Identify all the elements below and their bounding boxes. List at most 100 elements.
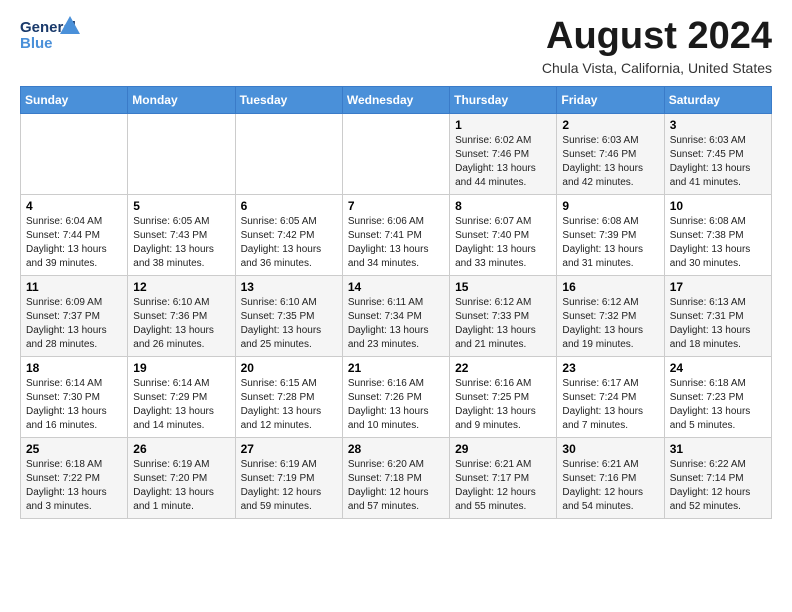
calendar-cell: 23 Sunrise: 6:17 AM Sunset: 7:24 PM Dayli… bbox=[557, 356, 664, 437]
title-block: August 2024 Chula Vista, California, Uni… bbox=[542, 16, 772, 76]
logo: GeneralBlue bbox=[20, 16, 90, 54]
calendar-cell bbox=[21, 113, 128, 194]
day-number: 20 bbox=[241, 361, 337, 375]
day-number: 28 bbox=[348, 442, 444, 456]
day-detail: Sunrise: 6:04 AM Sunset: 7:44 PM Dayligh… bbox=[26, 215, 122, 271]
day-detail: Sunrise: 6:21 AM Sunset: 7:17 PM Dayligh… bbox=[455, 458, 551, 514]
day-number: 26 bbox=[133, 442, 229, 456]
day-number: 17 bbox=[670, 280, 766, 294]
day-number: 13 bbox=[241, 280, 337, 294]
calendar-cell: 8 Sunrise: 6:07 AM Sunset: 7:40 PM Daylig… bbox=[450, 194, 557, 275]
calendar-cell: 10 Sunrise: 6:08 AM Sunset: 7:38 PM Dayli… bbox=[664, 194, 771, 275]
weekday-header-wednesday: Wednesday bbox=[342, 86, 449, 113]
day-detail: Sunrise: 6:08 AM Sunset: 7:38 PM Dayligh… bbox=[670, 215, 766, 271]
day-number: 11 bbox=[26, 280, 122, 294]
calendar-cell: 4 Sunrise: 6:04 AM Sunset: 7:44 PM Daylig… bbox=[21, 194, 128, 275]
day-detail: Sunrise: 6:15 AM Sunset: 7:28 PM Dayligh… bbox=[241, 377, 337, 433]
location: Chula Vista, California, United States bbox=[542, 60, 772, 76]
day-number: 22 bbox=[455, 361, 551, 375]
calendar-cell: 9 Sunrise: 6:08 AM Sunset: 7:39 PM Daylig… bbox=[557, 194, 664, 275]
calendar-cell bbox=[235, 113, 342, 194]
month-title: August 2024 bbox=[542, 16, 772, 58]
calendar-table: SundayMondayTuesdayWednesdayThursdayFrid… bbox=[20, 86, 772, 519]
day-detail: Sunrise: 6:08 AM Sunset: 7:39 PM Dayligh… bbox=[562, 215, 658, 271]
day-number: 2 bbox=[562, 118, 658, 132]
page-header: GeneralBlue August 2024 Chula Vista, Cal… bbox=[20, 16, 772, 76]
calendar-cell: 20 Sunrise: 6:15 AM Sunset: 7:28 PM Dayli… bbox=[235, 356, 342, 437]
calendar-cell: 17 Sunrise: 6:13 AM Sunset: 7:31 PM Dayli… bbox=[664, 275, 771, 356]
calendar-cell: 14Sunrise: 6:11 AM Sunset: 7:34 PM Dayli… bbox=[342, 275, 449, 356]
day-detail: Sunrise: 6:18 AM Sunset: 7:22 PM Dayligh… bbox=[26, 458, 122, 514]
calendar-cell: 2 Sunrise: 6:03 AM Sunset: 7:46 PM Daylig… bbox=[557, 113, 664, 194]
day-number: 31 bbox=[670, 442, 766, 456]
day-number: 1 bbox=[455, 118, 551, 132]
day-number: 12 bbox=[133, 280, 229, 294]
calendar-cell: 5 Sunrise: 6:05 AM Sunset: 7:43 PM Daylig… bbox=[128, 194, 235, 275]
day-number: 29 bbox=[455, 442, 551, 456]
day-detail: Sunrise: 6:19 AM Sunset: 7:19 PM Dayligh… bbox=[241, 458, 337, 514]
day-detail: Sunrise: 6:13 AM Sunset: 7:31 PM Dayligh… bbox=[670, 296, 766, 352]
weekday-header-thursday: Thursday bbox=[450, 86, 557, 113]
day-detail: Sunrise: 6:07 AM Sunset: 7:40 PM Dayligh… bbox=[455, 215, 551, 271]
calendar-cell: 3Sunrise: 6:03 AM Sunset: 7:45 PM Daylig… bbox=[664, 113, 771, 194]
day-number: 18 bbox=[26, 361, 122, 375]
day-detail: Sunrise: 6:19 AM Sunset: 7:20 PM Dayligh… bbox=[133, 458, 229, 514]
day-detail: Sunrise: 6:03 AM Sunset: 7:45 PM Dayligh… bbox=[670, 134, 766, 190]
day-number: 23 bbox=[562, 361, 658, 375]
calendar-cell: 6 Sunrise: 6:05 AM Sunset: 7:42 PM Daylig… bbox=[235, 194, 342, 275]
weekday-header-saturday: Saturday bbox=[664, 86, 771, 113]
weekday-header-sunday: Sunday bbox=[21, 86, 128, 113]
calendar-cell: 1Sunrise: 6:02 AM Sunset: 7:46 PM Daylig… bbox=[450, 113, 557, 194]
calendar-cell: 11 Sunrise: 6:09 AM Sunset: 7:37 PM Dayli… bbox=[21, 275, 128, 356]
day-number: 27 bbox=[241, 442, 337, 456]
day-number: 25 bbox=[26, 442, 122, 456]
calendar-cell: 16 Sunrise: 6:12 AM Sunset: 7:32 PM Dayli… bbox=[557, 275, 664, 356]
calendar-cell: 30Sunrise: 6:21 AM Sunset: 7:16 PM Dayli… bbox=[557, 437, 664, 518]
day-detail: Sunrise: 6:16 AM Sunset: 7:26 PM Dayligh… bbox=[348, 377, 444, 433]
weekday-header-friday: Friday bbox=[557, 86, 664, 113]
calendar-cell: 18 Sunrise: 6:14 AM Sunset: 7:30 PM Dayli… bbox=[21, 356, 128, 437]
calendar-cell bbox=[342, 113, 449, 194]
weekday-header-monday: Monday bbox=[128, 86, 235, 113]
day-number: 4 bbox=[26, 199, 122, 213]
day-number: 6 bbox=[241, 199, 337, 213]
day-detail: Sunrise: 6:14 AM Sunset: 7:30 PM Dayligh… bbox=[26, 377, 122, 433]
day-detail: Sunrise: 6:03 AM Sunset: 7:46 PM Dayligh… bbox=[562, 134, 658, 190]
day-detail: Sunrise: 6:22 AM Sunset: 7:14 PM Dayligh… bbox=[670, 458, 766, 514]
calendar-cell: 13Sunrise: 6:10 AM Sunset: 7:35 PM Dayli… bbox=[235, 275, 342, 356]
day-number: 30 bbox=[562, 442, 658, 456]
logo-svg: GeneralBlue bbox=[20, 16, 90, 54]
calendar-cell: 29 Sunrise: 6:21 AM Sunset: 7:17 PM Dayli… bbox=[450, 437, 557, 518]
day-detail: Sunrise: 6:20 AM Sunset: 7:18 PM Dayligh… bbox=[348, 458, 444, 514]
day-detail: Sunrise: 6:17 AM Sunset: 7:24 PM Dayligh… bbox=[562, 377, 658, 433]
day-number: 21 bbox=[348, 361, 444, 375]
day-number: 15 bbox=[455, 280, 551, 294]
calendar-cell: 24Sunrise: 6:18 AM Sunset: 7:23 PM Dayli… bbox=[664, 356, 771, 437]
calendar-cell: 15 Sunrise: 6:12 AM Sunset: 7:33 PM Dayli… bbox=[450, 275, 557, 356]
day-number: 14 bbox=[348, 280, 444, 294]
day-number: 5 bbox=[133, 199, 229, 213]
calendar-cell: 21 Sunrise: 6:16 AM Sunset: 7:26 PM Dayli… bbox=[342, 356, 449, 437]
day-number: 16 bbox=[562, 280, 658, 294]
day-detail: Sunrise: 6:09 AM Sunset: 7:37 PM Dayligh… bbox=[26, 296, 122, 352]
day-number: 8 bbox=[455, 199, 551, 213]
calendar-cell: 19Sunrise: 6:14 AM Sunset: 7:29 PM Dayli… bbox=[128, 356, 235, 437]
day-detail: Sunrise: 6:10 AM Sunset: 7:36 PM Dayligh… bbox=[133, 296, 229, 352]
calendar-cell: 25 Sunrise: 6:18 AM Sunset: 7:22 PM Dayli… bbox=[21, 437, 128, 518]
day-detail: Sunrise: 6:18 AM Sunset: 7:23 PM Dayligh… bbox=[670, 377, 766, 433]
svg-text:Blue: Blue bbox=[20, 35, 53, 52]
day-detail: Sunrise: 6:12 AM Sunset: 7:33 PM Dayligh… bbox=[455, 296, 551, 352]
day-detail: Sunrise: 6:05 AM Sunset: 7:43 PM Dayligh… bbox=[133, 215, 229, 271]
weekday-header-tuesday: Tuesday bbox=[235, 86, 342, 113]
day-number: 19 bbox=[133, 361, 229, 375]
day-detail: Sunrise: 6:12 AM Sunset: 7:32 PM Dayligh… bbox=[562, 296, 658, 352]
calendar-cell: 22 Sunrise: 6:16 AM Sunset: 7:25 PM Dayli… bbox=[450, 356, 557, 437]
calendar-cell: 12 Sunrise: 6:10 AM Sunset: 7:36 PM Dayli… bbox=[128, 275, 235, 356]
day-detail: Sunrise: 6:06 AM Sunset: 7:41 PM Dayligh… bbox=[348, 215, 444, 271]
day-number: 10 bbox=[670, 199, 766, 213]
day-detail: Sunrise: 6:16 AM Sunset: 7:25 PM Dayligh… bbox=[455, 377, 551, 433]
day-number: 9 bbox=[562, 199, 658, 213]
calendar-cell: 7Sunrise: 6:06 AM Sunset: 7:41 PM Daylig… bbox=[342, 194, 449, 275]
day-detail: Sunrise: 6:05 AM Sunset: 7:42 PM Dayligh… bbox=[241, 215, 337, 271]
calendar-cell: 31 Sunrise: 6:22 AM Sunset: 7:14 PM Dayli… bbox=[664, 437, 771, 518]
